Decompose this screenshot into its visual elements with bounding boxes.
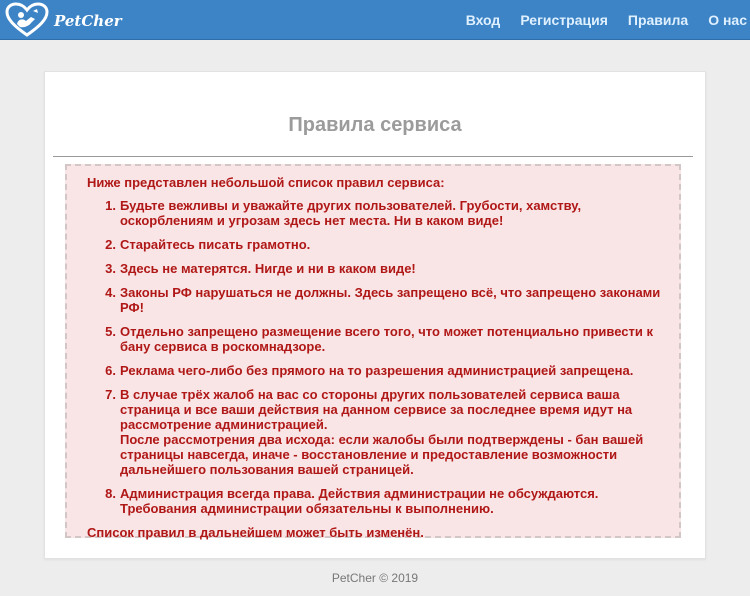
rule-item: 3. Здесь не матерятся. Нигде и ни в како… xyxy=(87,261,665,276)
rule-item: 6. Реклама чего-либо без прямого на то р… xyxy=(87,363,665,378)
rule-item: 1. Будьте вежливы и уважайте других поль… xyxy=(87,198,665,228)
rules-card: Правила сервиса Ниже представлен небольш… xyxy=(44,71,706,559)
rule-text-continued: Требования администрации обязательны к в… xyxy=(120,501,494,516)
nav-login-link[interactable]: Вход xyxy=(466,12,501,28)
nav-register-link[interactable]: Регистрация xyxy=(520,12,608,28)
rules-outro: Список правил в дальнейшем может быть из… xyxy=(87,525,424,540)
rule-number: 4. xyxy=(105,285,116,300)
rule-text: Администрация всегда права. Действия адм… xyxy=(120,486,599,501)
rule-text: Реклама чего-либо без прямого на то разр… xyxy=(120,363,634,378)
rule-item: 8. Администрация всегда права. Действия … xyxy=(87,486,665,516)
rule-number: 2. xyxy=(105,237,116,252)
rule-text: Здесь не матерятся. Нигде и ни в каком в… xyxy=(120,261,416,276)
nav-about-link[interactable]: О нас xyxy=(708,12,747,28)
footer-copyright: PetCher © 2019 xyxy=(331,571,419,585)
rule-text: В случае трёх жалоб на вас со стороны др… xyxy=(120,387,633,432)
rule-item: 4. Законы РФ нарушаться не должны. Здесь… xyxy=(87,285,665,315)
rule-text-continued: После рассмотрения два исхода: если жало… xyxy=(120,432,644,477)
top-navbar: PetCher Вход Регистрация Правила О нас xyxy=(0,0,750,40)
title-divider xyxy=(53,156,693,157)
nav-rules-link[interactable]: Правила xyxy=(628,12,688,28)
rule-item: 2. Старайтесь писать грамотно. xyxy=(87,237,665,252)
rule-number: 3. xyxy=(105,261,116,276)
rules-intro: Ниже представлен небольшой список правил… xyxy=(87,175,445,190)
rule-number: 7. xyxy=(105,387,116,402)
rule-text: Старайтесь писать грамотно. xyxy=(120,237,311,252)
rule-text: Будьте вежливы и уважайте других пользов… xyxy=(120,198,582,228)
rules-box: Ниже представлен небольшой список правил… xyxy=(65,164,681,540)
rules-list: 1. Будьте вежливы и уважайте других поль… xyxy=(87,198,665,516)
rule-item: 7. В случае трёх жалоб на вас со стороны… xyxy=(87,387,665,477)
brand-name: PetCher xyxy=(54,12,122,30)
heart-pet-logo-icon xyxy=(5,2,49,37)
rule-number: 8. xyxy=(105,486,116,501)
rule-item: 5. Отдельно запрещено размещение всего т… xyxy=(87,324,665,354)
rule-text: Законы РФ нарушаться не должны. Здесь за… xyxy=(120,285,661,315)
rule-body: В случае трёх жалоб на вас со стороны др… xyxy=(120,387,665,477)
rule-number: 5. xyxy=(105,324,116,339)
rule-body: Администрация всегда права. Действия адм… xyxy=(120,486,665,516)
rule-number: 1. xyxy=(105,198,116,213)
rule-number: 6. xyxy=(105,363,116,378)
brand-logo[interactable]: PetCher xyxy=(4,2,122,38)
rule-text: Отдельно запрещено размещение всего того… xyxy=(120,324,654,354)
page-title: Правила сервиса xyxy=(288,114,462,136)
nav-links: Вход Регистрация Правила О нас xyxy=(446,0,750,40)
